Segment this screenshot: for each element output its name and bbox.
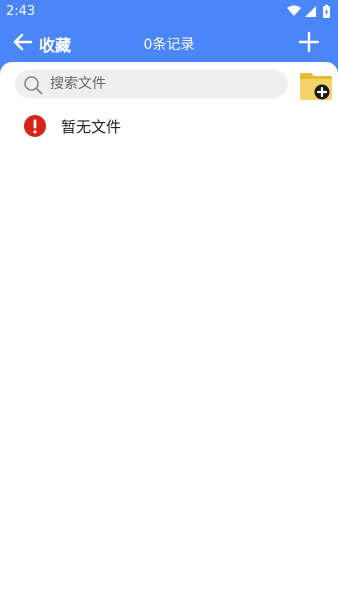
add-button[interactable] <box>296 29 322 55</box>
search-icon <box>24 76 43 95</box>
plus-icon <box>298 31 320 53</box>
add-folder-button[interactable] <box>298 70 334 102</box>
status-icons <box>287 4 330 18</box>
record-count: 0条记录 <box>143 37 195 53</box>
search-input[interactable] <box>50 70 280 98</box>
battery-icon <box>323 4 330 18</box>
folder-add-icon <box>300 73 332 100</box>
empty-state: 暂无文件 <box>0 112 338 142</box>
wifi-icon <box>287 5 301 16</box>
app-bar: 收藏 0条记录 <box>0 24 338 62</box>
empty-state-text: 暂无文件 <box>61 118 122 136</box>
signal-icon <box>305 6 316 17</box>
status-bar: 2:43 <box>0 0 338 24</box>
main-content: 暂无文件 <box>0 62 338 600</box>
status-time: 2:43 <box>6 4 36 19</box>
warning-icon <box>24 115 46 137</box>
search-box[interactable] <box>15 70 288 98</box>
